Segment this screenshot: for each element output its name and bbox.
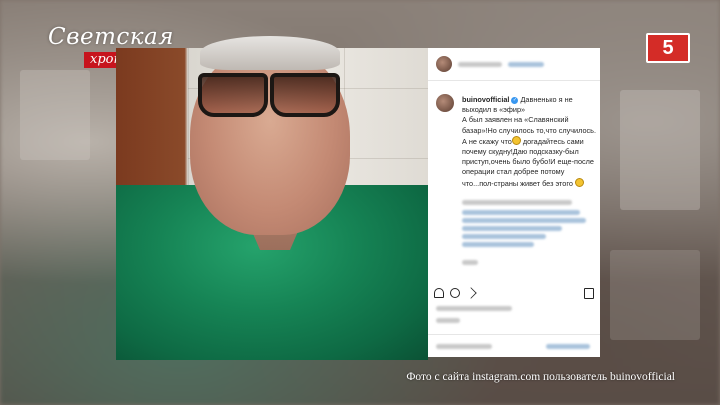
heart-icon[interactable] bbox=[434, 288, 444, 298]
background-blur-block bbox=[620, 90, 700, 210]
date-blurred bbox=[436, 318, 460, 323]
photo-credit: Фото с сайта instagram.com пользователь … bbox=[406, 371, 675, 383]
post-header bbox=[428, 48, 600, 81]
bookmark-icon[interactable] bbox=[584, 288, 594, 299]
comment-icon[interactable] bbox=[450, 288, 460, 298]
publish-link-blurred[interactable] bbox=[546, 344, 590, 349]
post-actions bbox=[434, 287, 594, 302]
caption-username[interactable]: buinovofficial bbox=[462, 95, 509, 104]
verified-badge-icon: ✓ bbox=[511, 96, 519, 104]
show-logo: Светская хроника bbox=[48, 24, 224, 68]
header-avatar[interactable] bbox=[436, 56, 452, 72]
add-comment-bar[interactable] bbox=[428, 334, 600, 358]
caption-avatar[interactable] bbox=[436, 94, 454, 112]
left-lens bbox=[198, 73, 268, 117]
show-logo-title: Светская bbox=[48, 24, 174, 50]
background-blur-block bbox=[610, 250, 700, 340]
post-caption: buinovofficial ✓ Давненько я не выходил в… bbox=[462, 95, 596, 189]
hashtags-blurred bbox=[462, 218, 586, 223]
right-lens bbox=[270, 73, 340, 117]
comment-blurred bbox=[462, 200, 572, 205]
hashtags-blurred bbox=[462, 242, 534, 247]
instagram-post-panel: buinovofficial ✓ Давненько я не выходил в… bbox=[428, 48, 600, 357]
hashtags-blurred bbox=[462, 226, 562, 231]
emoji-icon bbox=[511, 135, 521, 145]
follow-link-blurred[interactable] bbox=[508, 62, 544, 67]
timestamp-blurred bbox=[462, 260, 478, 265]
share-icon[interactable] bbox=[465, 287, 477, 299]
caption-line: А был заявлен на «Славянский базар»!Но с… bbox=[462, 115, 596, 135]
caption-line: А не скажу что bbox=[462, 136, 512, 146]
hashtags-blurred bbox=[462, 210, 580, 215]
sunglasses bbox=[198, 69, 340, 117]
emoji-icon bbox=[574, 177, 584, 187]
likes-blurred bbox=[436, 306, 512, 311]
hair bbox=[200, 36, 340, 70]
add-comment-placeholder-blurred bbox=[436, 344, 492, 349]
hashtags-blurred bbox=[462, 234, 546, 239]
header-username-blurred bbox=[458, 62, 502, 67]
channel-5-logo: 5 bbox=[646, 33, 690, 63]
background-blur-block bbox=[20, 70, 90, 160]
